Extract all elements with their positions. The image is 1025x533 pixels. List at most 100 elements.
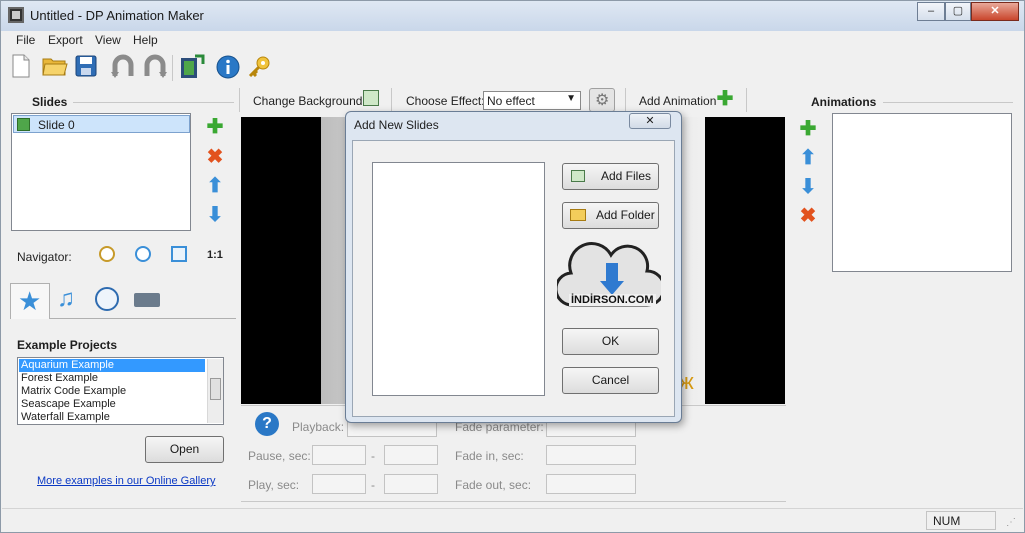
example-item[interactable]: Seascape Example: [21, 398, 126, 411]
tab-effects[interactable]: ★: [10, 283, 50, 319]
effect-dropdown[interactable]: No effect ▼: [483, 91, 581, 110]
bar-separator: [746, 88, 747, 112]
export-video-icon[interactable]: [179, 54, 205, 80]
help-icon[interactable]: ?: [255, 412, 279, 436]
dialog-file-list[interactable]: [372, 162, 545, 396]
move-up-icon[interactable]: ⬆: [205, 176, 225, 196]
scrollbar-thumb[interactable]: [210, 378, 221, 400]
examples-scrollbar[interactable]: [207, 359, 223, 423]
gear-icon: ⚙: [595, 92, 610, 109]
chevron-down-icon: ▼: [566, 93, 576, 104]
controls-bottom-line: [241, 501, 786, 502]
title-bar: Untitled - DP Animation Maker – ▢ ✕: [1, 1, 1024, 31]
music-icon[interactable]: ♫: [57, 285, 75, 313]
minimize-button[interactable]: –: [917, 2, 945, 21]
redo-icon[interactable]: [142, 54, 168, 80]
pause-from-field[interactable]: [312, 445, 366, 465]
fade-in-field[interactable]: [546, 445, 636, 465]
dialog-body: Add Files Add Folder İNDİRSON.COM OK Can…: [352, 140, 675, 417]
close-button[interactable]: ✕: [971, 2, 1019, 21]
add-new-slides-dialog: Add New Slides ✕ Add Files Add Folder İN…: [345, 111, 682, 423]
app-icon: [8, 7, 24, 23]
playback-label: Playback:: [292, 420, 345, 434]
example-item[interactable]: Waterfall Example: [21, 411, 126, 424]
save-icon[interactable]: [74, 54, 100, 80]
navigator-label: Navigator:: [17, 250, 72, 264]
add-animation-side-icon[interactable]: ✚: [798, 119, 818, 139]
add-slide-icon[interactable]: ✚: [205, 117, 225, 137]
animation-up-icon[interactable]: ⬆: [798, 148, 818, 168]
move-down-icon[interactable]: ⬇: [205, 205, 225, 225]
animation-down-icon[interactable]: ⬇: [798, 177, 818, 197]
fade-in-label: Fade in, sec:: [455, 449, 524, 463]
animations-list[interactable]: [832, 113, 1012, 272]
info-icon[interactable]: [215, 54, 241, 80]
add-files-label: Add Files: [601, 169, 652, 183]
slides-list[interactable]: Slide 0: [11, 113, 191, 231]
play-from-field[interactable]: [312, 474, 366, 494]
delete-slide-icon[interactable]: ✖: [205, 147, 225, 167]
menu-file[interactable]: File: [16, 33, 35, 47]
toolbar-separator: [172, 55, 173, 81]
play-dash: -: [371, 478, 375, 492]
examples-header: Example Projects: [17, 338, 118, 352]
add-folder-button[interactable]: Add Folder: [562, 202, 659, 229]
watermark-text: İNDİRSON.COM: [569, 294, 656, 306]
online-gallery-link[interactable]: More examples in our Online Gallery: [37, 475, 216, 487]
zoom-in-icon[interactable]: [99, 246, 115, 262]
change-background-label[interactable]: Change Background: [253, 94, 362, 108]
slide-item[interactable]: Slide 0: [13, 115, 190, 133]
undo-icon[interactable]: [110, 54, 136, 80]
slides-header-line: [73, 102, 234, 103]
menu-bar: File Export View Help: [2, 31, 1023, 51]
folder-icon: [570, 209, 586, 221]
animations-header: Animations: [811, 95, 877, 109]
fit-to-window-icon[interactable]: [171, 246, 187, 262]
camera-icon[interactable]: [134, 293, 160, 307]
ok-button[interactable]: OK: [562, 328, 659, 355]
star-icon: ★: [18, 286, 42, 316]
bar-separator: [239, 88, 240, 112]
clock-icon[interactable]: [95, 287, 119, 311]
effect-settings-button[interactable]: ⚙: [589, 88, 615, 112]
add-animation-label[interactable]: Add Animation: [639, 94, 716, 108]
examples-items: Aquarium Example Forest Example Matrix C…: [21, 359, 126, 424]
key-icon[interactable]: [247, 54, 273, 80]
add-animation-icon[interactable]: ✚: [715, 89, 735, 109]
add-files-button[interactable]: Add Files: [562, 163, 659, 190]
dialog-close-button[interactable]: ✕: [629, 113, 671, 129]
num-indicator: NUM: [933, 514, 961, 528]
maximize-button[interactable]: ▢: [945, 2, 971, 21]
resize-grip-icon[interactable]: ⋰: [1006, 517, 1016, 528]
slide-thumb-icon: [17, 118, 30, 131]
background-icon[interactable]: [363, 90, 379, 106]
pause-to-field[interactable]: [384, 445, 438, 465]
new-file-icon[interactable]: [10, 54, 36, 80]
zoom-out-icon[interactable]: [135, 246, 151, 262]
toolbar: [2, 51, 1023, 86]
pause-label: Pause, sec:: [248, 449, 311, 463]
main-window: Untitled - DP Animation Maker – ▢ ✕ File…: [0, 0, 1025, 533]
zoom-1to1-button[interactable]: 1:1: [207, 249, 223, 261]
open-folder-icon[interactable]: [42, 54, 68, 80]
add-folder-label: Add Folder: [596, 208, 655, 222]
example-item[interactable]: Matrix Code Example: [21, 385, 126, 398]
status-bar: NUM ⋰: [2, 508, 1023, 532]
menu-export[interactable]: Export: [48, 33, 83, 47]
example-item[interactable]: Aquarium Example: [21, 359, 126, 372]
example-item[interactable]: Forest Example: [21, 372, 126, 385]
open-button[interactable]: Open: [145, 436, 224, 463]
image-file-icon: [571, 170, 585, 182]
menu-view[interactable]: View: [95, 33, 121, 47]
fade-out-field[interactable]: [546, 474, 636, 494]
examples-list[interactable]: Aquarium Example Forest Example Matrix C…: [17, 357, 224, 425]
play-label: Play, sec:: [248, 478, 300, 492]
delete-animation-icon[interactable]: ✖: [798, 206, 818, 226]
num-indicator-box: NUM: [926, 511, 996, 530]
choose-effect-label: Choose Effect:: [406, 94, 485, 108]
play-to-field[interactable]: [384, 474, 438, 494]
menu-help[interactable]: Help: [133, 33, 158, 47]
fade-out-label: Fade out, sec:: [455, 478, 532, 492]
cancel-button[interactable]: Cancel: [562, 367, 659, 394]
watermark-logo: İNDİRSON.COM: [554, 239, 666, 313]
